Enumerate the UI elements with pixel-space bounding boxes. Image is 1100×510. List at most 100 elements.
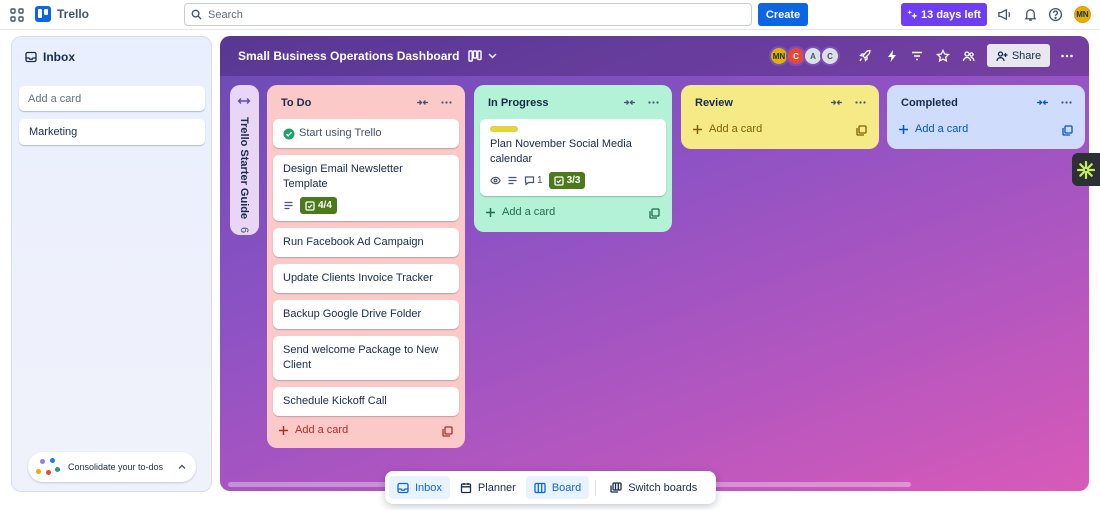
card[interactable]: Send welcome Package to New Client — [273, 336, 459, 380]
add-card-button[interactable]: Add a card — [898, 123, 968, 135]
expand-list-icon[interactable] — [237, 94, 251, 108]
checklist-badge: 4/4 — [300, 197, 337, 214]
card-template-icon[interactable] — [856, 125, 867, 136]
card-template-icon[interactable] — [1062, 125, 1073, 136]
filter-icon[interactable] — [910, 49, 924, 63]
card[interactable]: Update Clients Invoice Tracker — [273, 264, 459, 293]
list-review: Review Add a card — [681, 85, 879, 149]
trial-days-button[interactable]: 13 days left — [901, 3, 987, 26]
board-title[interactable]: Small Business Operations Dashboard — [238, 49, 459, 63]
collapse-list-icon[interactable] — [416, 96, 429, 109]
share-button[interactable]: Share — [987, 44, 1050, 67]
nav-switch-boards[interactable]: Switch boards — [602, 476, 705, 499]
collapse-list-icon[interactable] — [830, 96, 843, 109]
description-icon — [283, 200, 294, 211]
list-to-do: To Do Start using Trello Design Email Ne… — [267, 85, 465, 448]
nav-inbox[interactable]: Inbox — [389, 476, 450, 499]
search-icon — [191, 9, 202, 20]
add-card-button[interactable]: Add a card — [485, 206, 555, 218]
starter-guide-title: Trello Starter Guide 6 — [238, 117, 250, 233]
nav-label: Switch boards — [628, 481, 698, 494]
checklist-icon — [305, 200, 315, 211]
nav-label: Planner — [477, 481, 516, 494]
list-more-icon[interactable] — [854, 96, 867, 109]
card-label[interactable] — [490, 126, 518, 132]
notifications-bell-icon[interactable] — [1023, 7, 1038, 22]
calendar-icon — [460, 482, 472, 494]
list-more-icon[interactable] — [440, 96, 453, 109]
search-input[interactable] — [208, 8, 708, 21]
add-person-icon — [996, 50, 1008, 62]
board-view-icon[interactable] — [468, 49, 482, 63]
complete-check-icon[interactable] — [283, 128, 295, 140]
list-header: Completed — [887, 85, 1085, 119]
consolidate-todos-button[interactable]: Consolidate your to-dos — [28, 452, 196, 482]
list-title[interactable]: In Progress — [488, 97, 549, 109]
inbox-title: Inbox — [43, 50, 75, 64]
collapse-list-icon[interactable] — [1036, 96, 1049, 109]
card-template-icon[interactable] — [649, 208, 660, 219]
bottom-navigation: Inbox Planner Board Switch boards — [385, 471, 716, 504]
list-in-progress: In Progress Plan November Social Media c… — [474, 85, 672, 232]
plus-icon — [898, 124, 909, 135]
chevron-up-icon — [177, 462, 187, 472]
add-card-button[interactable]: Add a card — [692, 123, 762, 135]
add-card-button[interactable]: Add a card — [278, 424, 348, 436]
nav-divider — [595, 479, 597, 496]
trial-days-label: 13 days left — [921, 8, 981, 21]
card[interactable]: Backup Google Drive Folder — [273, 300, 459, 329]
card[interactable]: Plan November Social Media calendar 1 3/… — [480, 119, 666, 196]
inbox-card[interactable]: Marketing — [19, 119, 205, 145]
card-badges: 4/4 — [283, 197, 449, 214]
list-header: In Progress — [474, 85, 672, 119]
search-box[interactable] — [184, 3, 752, 26]
list-footer: Add a card — [474, 196, 672, 232]
list-title[interactable]: Completed — [901, 97, 958, 109]
list-header: To Do — [267, 85, 465, 119]
add-card-label: Add a card — [502, 206, 556, 218]
top-bar: Trello Create 13 days left MN — [0, 0, 1100, 30]
card[interactable]: Start using Trello — [273, 119, 459, 148]
megaphone-icon[interactable] — [997, 7, 1012, 22]
inbox-add-card-input[interactable]: Add a card — [19, 86, 205, 111]
user-avatar[interactable]: MN — [1074, 6, 1091, 23]
chevron-down-icon[interactable] — [487, 50, 498, 61]
trello-logo[interactable]: Trello — [35, 6, 89, 22]
starter-guide-collapsed-list[interactable]: Trello Starter Guide 6 — [230, 85, 259, 235]
inbox-icon — [397, 482, 409, 494]
board-header: Small Business Operations Dashboard MN C… — [220, 36, 1089, 76]
collapse-list-icon[interactable] — [623, 96, 636, 109]
board-members[interactable]: MN C A C — [769, 46, 840, 66]
app-switcher-icon[interactable] — [10, 8, 24, 22]
nav-planner[interactable]: Planner — [452, 476, 524, 499]
side-widget-button[interactable] — [1072, 153, 1100, 186]
power-ups-rocket-icon[interactable] — [858, 49, 872, 63]
member-avatar[interactable]: C — [820, 46, 840, 66]
star-icon[interactable] — [936, 49, 950, 63]
card[interactable]: Run Facebook Ad Campaign — [273, 228, 459, 257]
list-completed: Completed Add a card — [887, 85, 1085, 149]
board-canvas: Small Business Operations Dashboard MN C… — [220, 36, 1089, 491]
add-card-label: Add a card — [295, 424, 349, 436]
list-title[interactable]: Review — [695, 97, 733, 109]
card-template-icon[interactable] — [442, 426, 453, 437]
board-menu-more-icon[interactable] — [1060, 49, 1074, 63]
help-icon[interactable] — [1048, 7, 1063, 22]
list-more-icon[interactable] — [647, 96, 660, 109]
list-title[interactable]: To Do — [281, 97, 311, 109]
add-card-label: Add a card — [709, 123, 763, 135]
nav-board[interactable]: Board — [525, 476, 590, 499]
list-more-icon[interactable] — [1060, 96, 1073, 109]
automation-lightning-icon[interactable] — [885, 49, 899, 63]
inbox-header: Inbox — [25, 50, 75, 64]
inbox-panel: Inbox Add a card Marketing Consolidate y… — [11, 36, 212, 492]
visibility-team-icon[interactable] — [962, 49, 976, 63]
watching-eye-icon — [490, 175, 501, 186]
plus-icon — [485, 207, 496, 218]
comment-icon — [524, 175, 535, 186]
create-button[interactable]: Create — [758, 3, 808, 26]
card-title: Design Email Newsletter Template — [283, 163, 403, 190]
card[interactable]: Schedule Kickoff Call — [273, 387, 459, 416]
card-badges: 1 3/3 — [490, 172, 656, 189]
card[interactable]: Design Email Newsletter Template 4/4 — [273, 155, 459, 221]
